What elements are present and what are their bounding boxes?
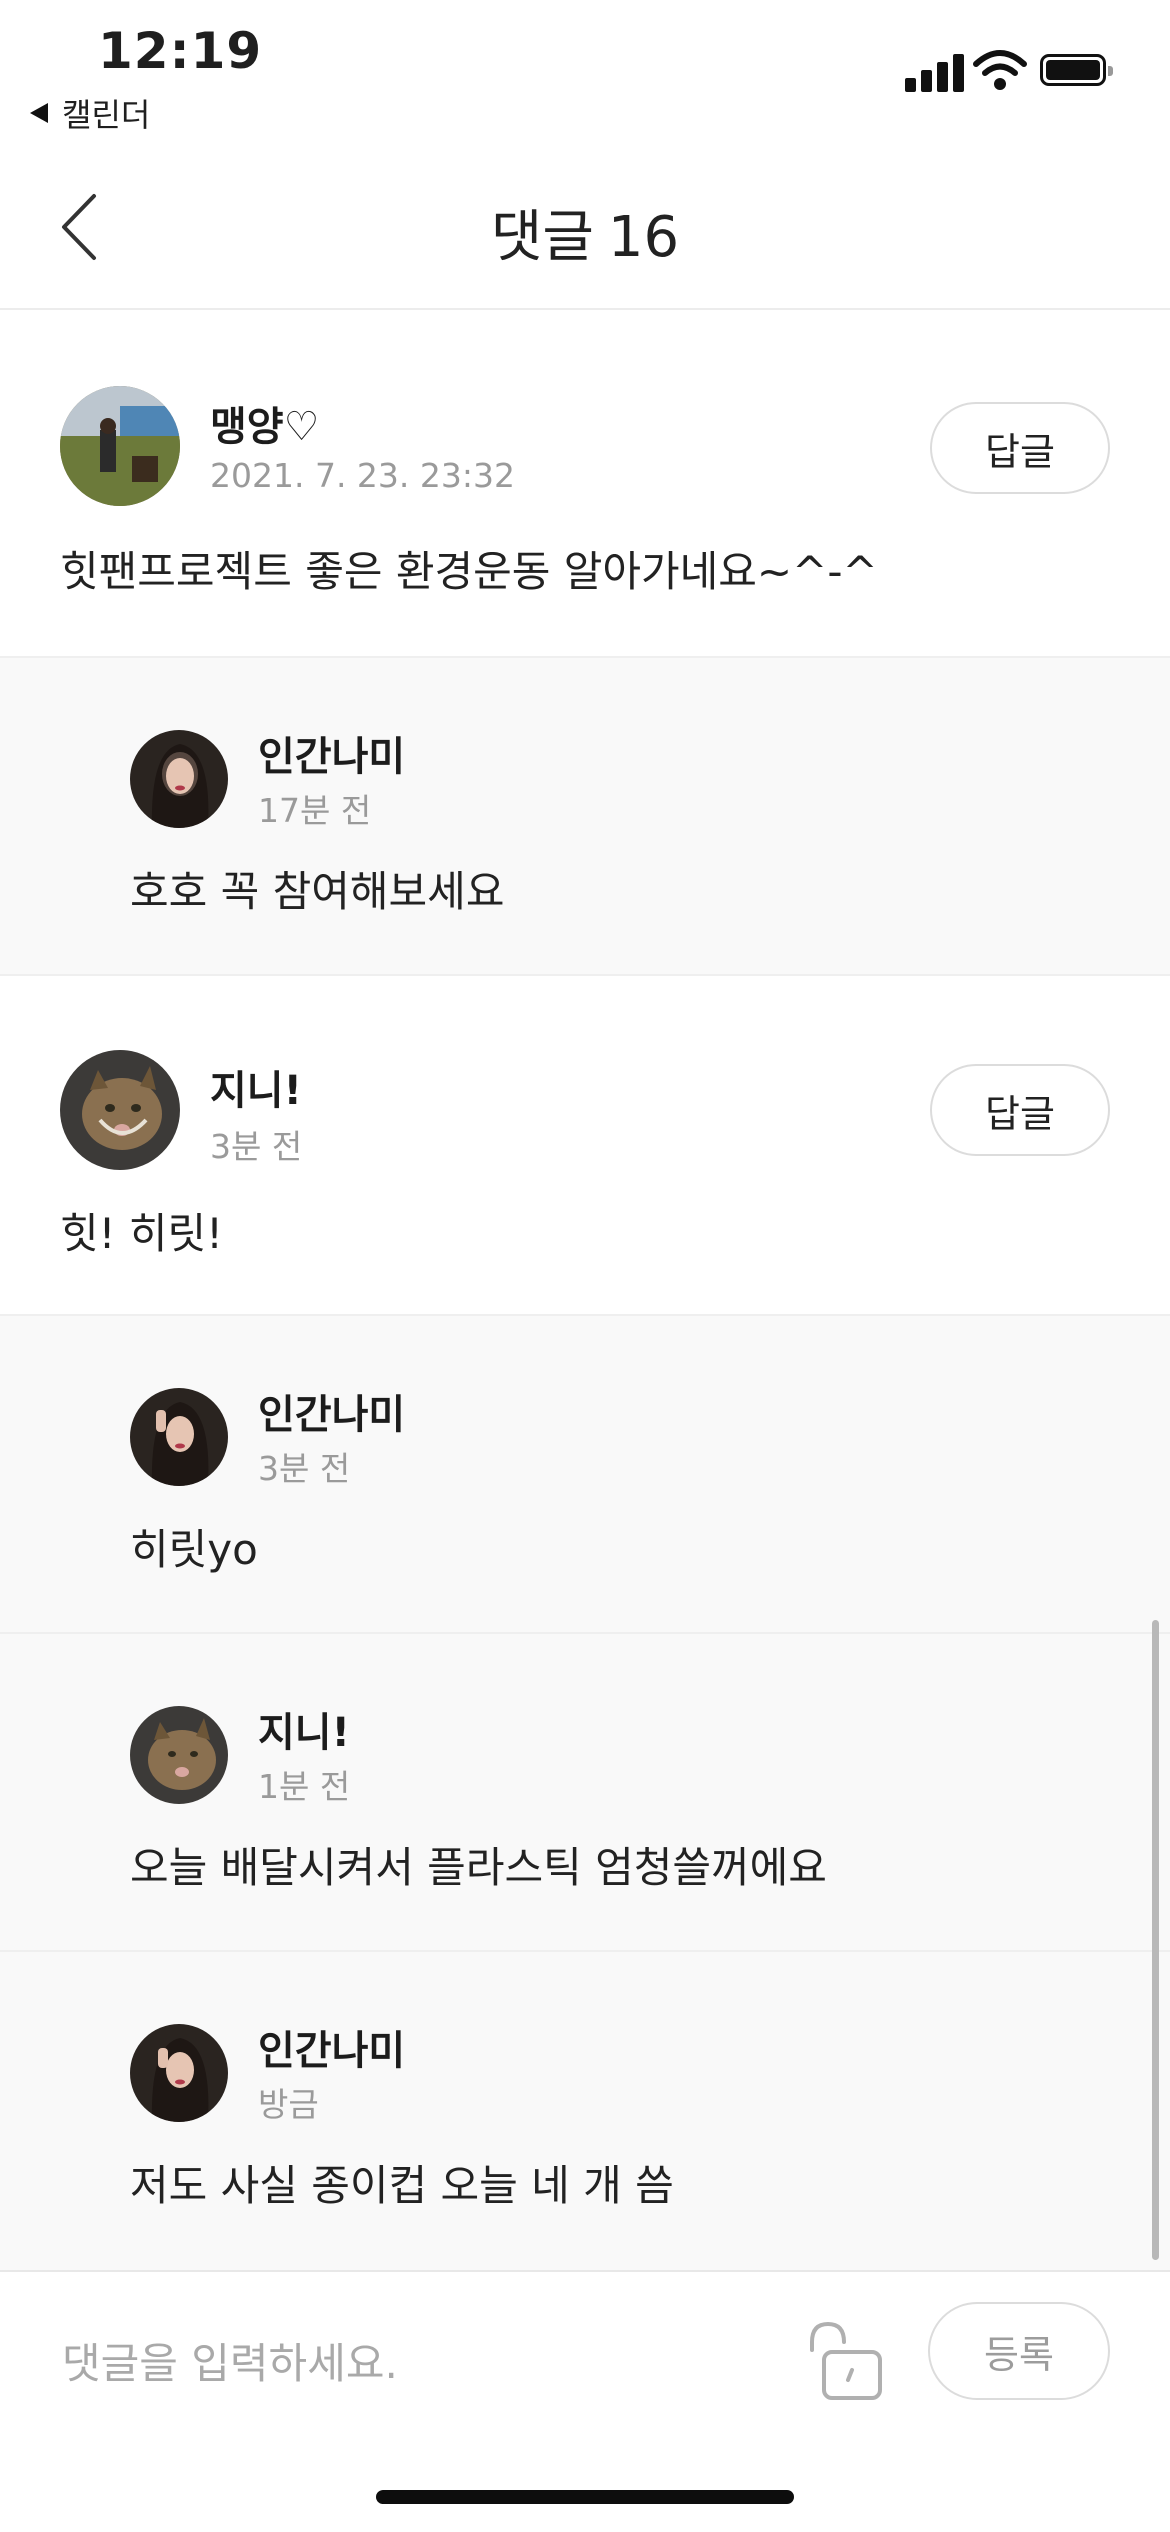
comment-author: 인간나미: [258, 1392, 406, 1438]
cellular-signal-icon: [905, 52, 965, 92]
avatar[interactable]: [130, 2024, 228, 2122]
scrollbar[interactable]: [1152, 1620, 1159, 2260]
comment-text: 오늘 배달시켜서 플라스틱 엄청쓸꺼에요: [130, 1843, 827, 1892]
comment-count: 16: [607, 205, 680, 270]
avatar[interactable]: [130, 1388, 228, 1486]
reply-item: 지니! 1분 전 오늘 배달시켜서 플라스틱 엄청쓸꺼에요: [0, 1632, 1170, 1950]
unlock-icon[interactable]: [806, 2320, 886, 2404]
comment-author: 맹양♡: [210, 404, 320, 450]
avatar[interactable]: [130, 730, 228, 828]
comment-item: 지니! 3분 전 답글 힛! 히릿!: [0, 974, 1170, 1314]
battery-icon: [1040, 54, 1113, 86]
page-title: 댓글 16: [0, 192, 1170, 273]
comment-timestamp: 2021. 7. 23. 23:32: [210, 456, 516, 495]
comment-timestamp: 1분 전: [258, 1767, 351, 1806]
comment-text: 힛! 히릿!: [60, 1209, 223, 1258]
comment-author: 지니!: [258, 1710, 350, 1756]
comment-timestamp: 17분 전: [258, 791, 372, 830]
reply-item: 인간나미 방금 저도 사실 종이컵 오늘 네 개 씀: [0, 1950, 1170, 2270]
comment-text: 히릿yo: [130, 1525, 258, 1574]
comment-timestamp: 3분 전: [258, 1449, 351, 1488]
reply-button[interactable]: 답글: [930, 402, 1110, 494]
comment-item: 맹양♡ 2021. 7. 23. 23:32 답글 힛팬프로젝트 좋은 환경운동…: [0, 312, 1170, 656]
reply-item: 인간나미 3분 전 히릿yo: [0, 1314, 1170, 1632]
page-title-label: 댓글: [490, 205, 594, 270]
comment-text: 호호 꼭 참여해보세요: [130, 867, 505, 916]
comment-author: 인간나미: [258, 734, 406, 780]
avatar[interactable]: [130, 1706, 228, 1804]
nav-header: 댓글 16: [0, 140, 1170, 310]
comment-text: 저도 사실 종이컵 오늘 네 개 씀: [130, 2161, 674, 2210]
comment-text: 힛팬프로젝트 좋은 환경운동 알아가네요~^-^: [60, 547, 878, 596]
comment-author: 인간나미: [258, 2028, 406, 2074]
comment-input[interactable]: [60, 2322, 764, 2404]
status-time: 12:19: [98, 22, 263, 80]
back-app-label: 캘린더: [62, 96, 151, 134]
comment-timestamp: 3분 전: [210, 1127, 303, 1166]
wifi-icon: [973, 50, 1027, 90]
comment-timestamp: 방금: [258, 2085, 319, 2124]
status-bar: 12:19 캘린더: [0, 0, 1170, 140]
avatar[interactable]: [60, 1050, 180, 1170]
home-indicator: [376, 2490, 794, 2504]
back-triangle-icon: [30, 103, 48, 123]
reply-button[interactable]: 답글: [930, 1064, 1110, 1156]
reply-item: 인간나미 17분 전 호호 꼭 참여해보세요: [0, 656, 1170, 974]
back-to-app-link[interactable]: 캘린더: [30, 90, 150, 136]
avatar[interactable]: [60, 386, 180, 506]
submit-button[interactable]: 등록: [928, 2302, 1110, 2400]
comment-author: 지니!: [210, 1068, 302, 1114]
